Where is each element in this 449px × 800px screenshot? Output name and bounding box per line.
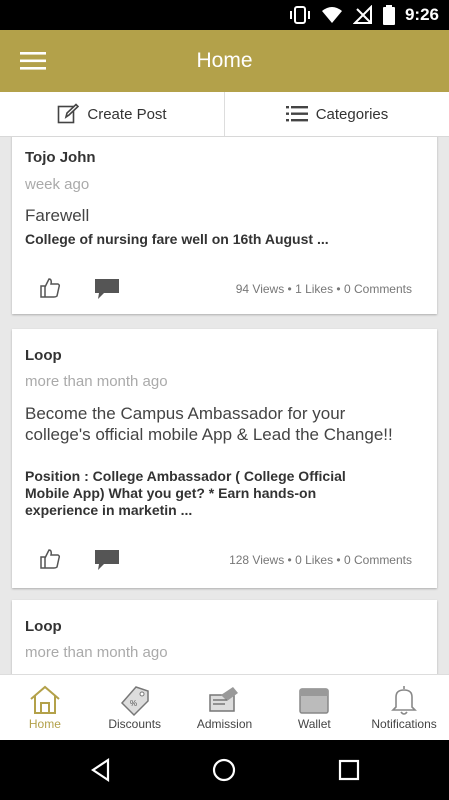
discount-tag-icon: % (120, 686, 149, 717)
recents-icon[interactable] (336, 757, 362, 783)
post-stats: 128 Views • 0 Likes • 0 Comments (229, 553, 412, 567)
nav-admission-label: Admission (196, 717, 253, 731)
create-post-label: Create Post (87, 105, 167, 123)
nav-discounts-label: Discounts (108, 717, 162, 731)
nav-admission[interactable]: Admission (180, 675, 270, 740)
post-title[interactable]: Farewell (25, 205, 405, 226)
like-icon[interactable] (39, 277, 61, 299)
home-circle-icon[interactable] (211, 757, 237, 783)
comment-icon[interactable] (94, 277, 120, 301)
home-icon (30, 685, 60, 714)
like-icon[interactable] (39, 548, 61, 570)
post-card[interactable]: Tojo John week ago Farewell College of n… (12, 137, 437, 314)
nav-wallet-label: Wallet (297, 717, 331, 731)
comment-icon[interactable] (94, 548, 120, 572)
edit-icon (58, 103, 80, 124)
nav-home[interactable]: Home (0, 675, 90, 740)
post-author: Loop (25, 618, 62, 635)
post-description[interactable]: College of nursing fare well on 16th Aug… (25, 231, 385, 248)
post-card[interactable]: Loop more than month ago Become the Camp… (12, 329, 437, 588)
list-icon (285, 106, 308, 122)
post-time: week ago (25, 176, 90, 193)
vibrate-icon (289, 6, 310, 24)
bottom-nav: Home % Discounts Admission Wallet Notifi… (0, 674, 449, 740)
post-title[interactable]: Become the Campus Ambassador for your co… (25, 403, 405, 445)
system-nav-bar (0, 740, 449, 800)
categories-label: Categories (315, 105, 389, 123)
post-stats: 94 Views • 1 Likes • 0 Comments (235, 282, 412, 296)
admission-icon (209, 687, 239, 712)
post-author: Tojo John (25, 149, 96, 166)
app-bar: Home (0, 30, 449, 92)
nav-wallet[interactable]: Wallet (269, 675, 359, 740)
nav-notifications[interactable]: Notifications (359, 675, 449, 740)
nav-discounts[interactable]: % Discounts (90, 675, 180, 740)
wifi-icon (321, 7, 342, 23)
nav-notifications-label: Notifications (371, 717, 437, 731)
no-signal-icon (352, 5, 372, 24)
post-description[interactable]: Position : College Ambassador ( College … (25, 468, 385, 519)
post-author: Loop (25, 347, 62, 364)
nav-home-label: Home (28, 717, 61, 731)
categories-button[interactable]: Categories (225, 92, 449, 136)
post-time: more than month ago (25, 373, 168, 390)
post-time: more than month ago (25, 644, 168, 661)
back-icon[interactable] (88, 757, 114, 783)
bell-icon (391, 686, 418, 715)
wallet-icon (299, 688, 330, 714)
page-title: Home (196, 49, 253, 72)
post-card[interactable]: Loop more than month ago (12, 600, 437, 674)
status-time: 9:26 (404, 5, 439, 24)
create-post-button[interactable]: Create Post (0, 92, 224, 136)
status-icons: 9:26 (289, 4, 439, 26)
action-bar: Create Post Categories (0, 92, 449, 137)
status-bar: 9:26 (0, 0, 449, 30)
svg-text:%: % (130, 699, 137, 708)
post-feed[interactable]: Tojo John week ago Farewell College of n… (0, 137, 449, 674)
battery-icon (382, 5, 395, 25)
